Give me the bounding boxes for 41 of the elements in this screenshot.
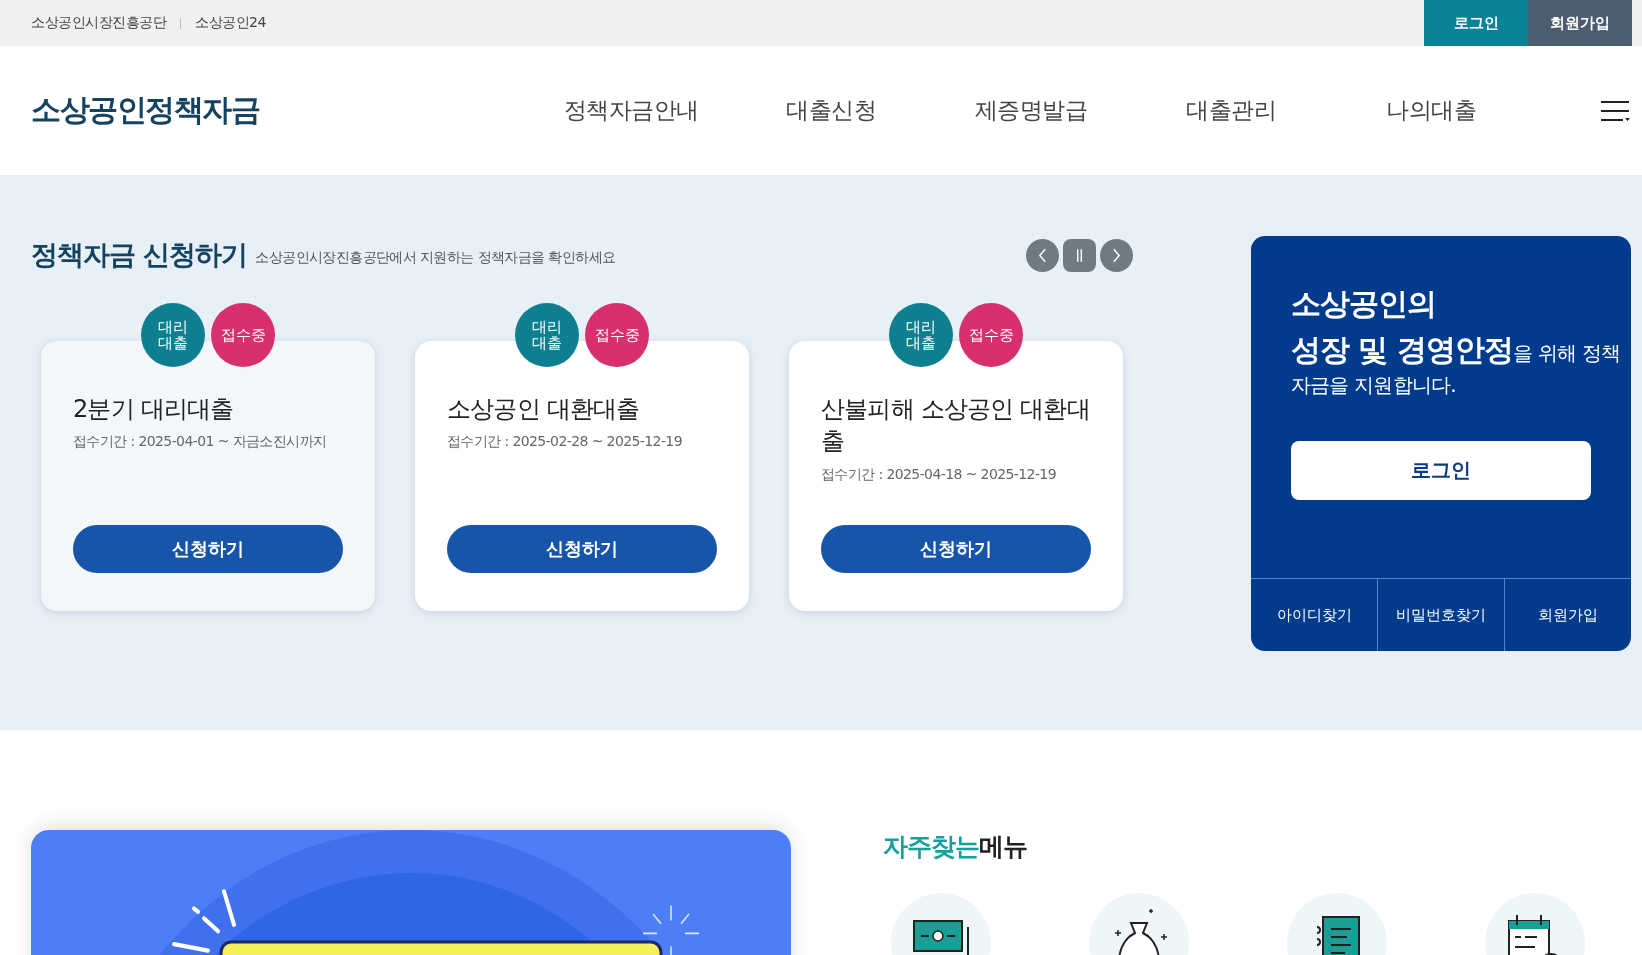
nav-item[interactable]: 제증명발급 [931,95,1131,126]
login-button[interactable]: 로그인 [1291,441,1591,500]
next-button[interactable] [1100,238,1133,272]
top-link[interactable]: 소상공인24 [195,14,266,32]
status-badge: 접수중 [585,303,649,367]
signup-button[interactable]: 회원가입 [1528,0,1632,46]
status-badge: 접수중 [959,303,1023,367]
site-logo[interactable]: 소상공인정책자금 [31,90,531,131]
application-period: 접수기간 : 2025-04-18 ~ 2025-12-19 [821,465,1057,484]
menu-icon[interactable] [1600,99,1630,122]
card-title: 소상공인 대환대출 [447,394,641,425]
apply-button[interactable]: 신청하기 [447,525,717,573]
top-link[interactable]: 소상공인시장진흥공단 [31,14,166,32]
loan-type-badge: 대리 대출 [141,303,205,367]
pause-button[interactable] [1063,238,1096,272]
apply-button[interactable]: 신청하기 [73,525,343,573]
application-period: 접수기간 : 2025-04-01 ~ 자금소진시까지 [73,433,328,452]
chevron-left-icon [1038,247,1047,263]
loan-type-badge: 대리 대출 [515,303,579,367]
section-title: 정책자금 신청하기 [31,238,248,272]
card-title: 산불피해 소상공인 대환대출 [821,394,1091,458]
apply-button[interactable]: 신청하기 [821,525,1091,573]
card-title: 2분기 대리대출 [73,394,235,425]
nav-item[interactable]: 대출관리 [1131,95,1331,126]
application-period: 접수기간 : 2025-02-28 ~ 2025-12-19 [447,433,683,452]
account-link[interactable]: 회원가입 [1504,579,1631,651]
section-subtitle: 소상공인시장진흥공단에서 지원하는 정책자금을 확인하세요 [255,249,616,267]
quick-menu-title: 자주찾는메뉴 [883,831,1028,863]
account-link[interactable]: 아이디찾기 [1251,579,1377,651]
login-button[interactable]: 로그인 [1424,0,1528,46]
nav-item[interactable]: 정책자금안내 [531,95,731,126]
panel-message: 성장 및 경영안정을 위해 정책자금을 지원합니다. [1291,331,1621,399]
nav-item[interactable]: 나의대출 [1331,95,1531,126]
previous-button[interactable] [1026,238,1059,272]
nav-item[interactable]: 대출신청 [731,95,931,126]
status-badge: 접수중 [211,303,275,367]
panel-headline: 소상공인의 [1291,285,1437,323]
loan-type-badge: 대리 대출 [889,303,953,367]
account-link[interactable]: 비밀번호찾기 [1377,579,1504,651]
pause-icon [1075,247,1084,263]
chevron-right-icon [1112,247,1121,263]
